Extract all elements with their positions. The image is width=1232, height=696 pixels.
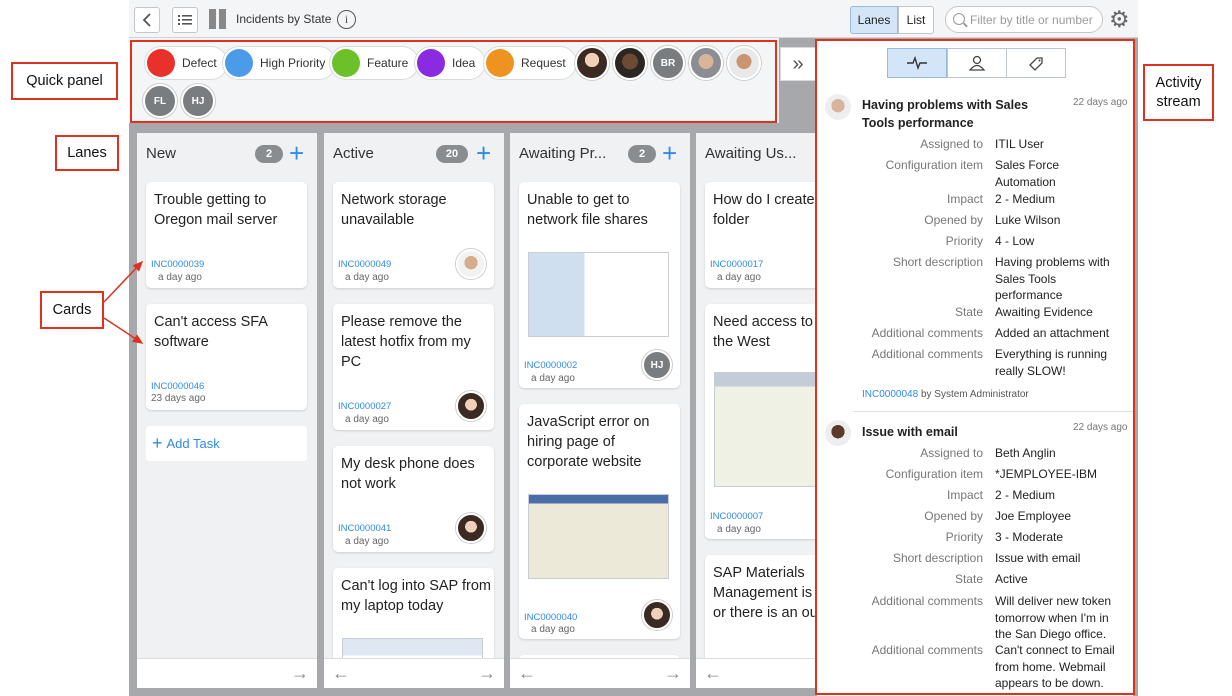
callout-arrows <box>103 260 144 344</box>
